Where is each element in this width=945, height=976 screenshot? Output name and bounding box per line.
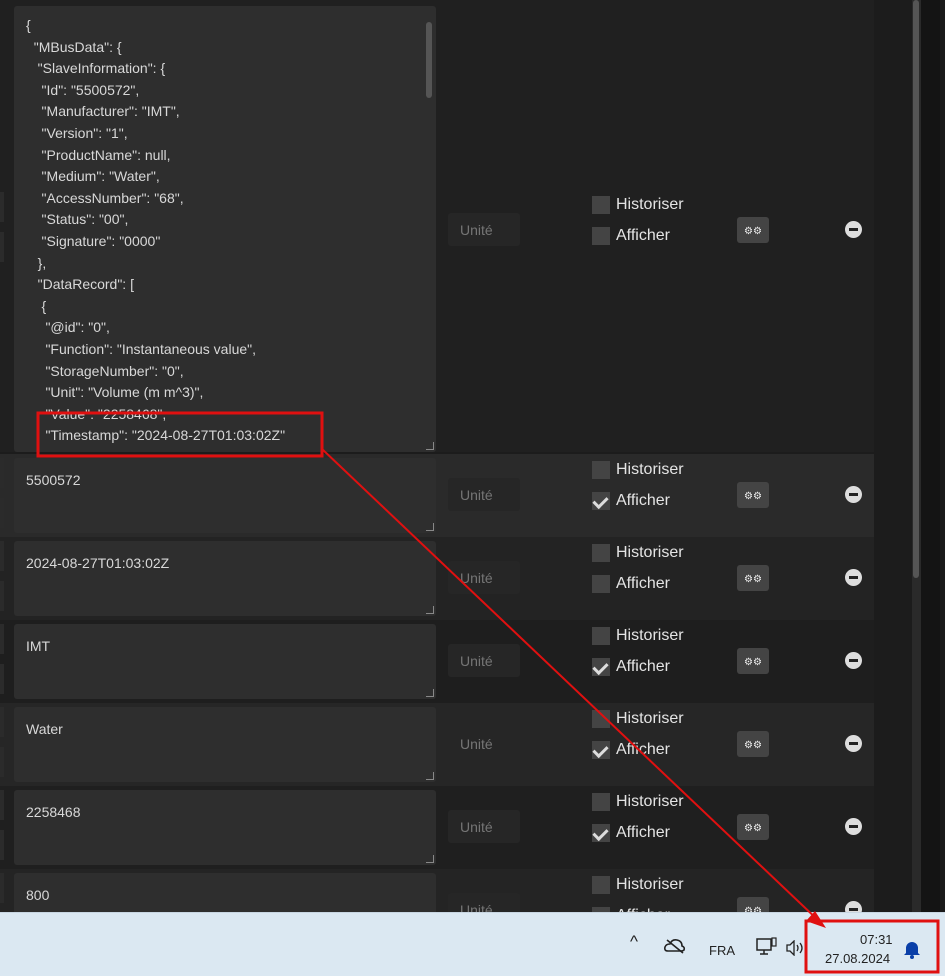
annotation-box-timestamp bbox=[36, 411, 324, 458]
annotation-arrow bbox=[321, 448, 821, 923]
annotation-overlay bbox=[36, 411, 940, 974]
annotation-box-clock bbox=[804, 919, 940, 974]
